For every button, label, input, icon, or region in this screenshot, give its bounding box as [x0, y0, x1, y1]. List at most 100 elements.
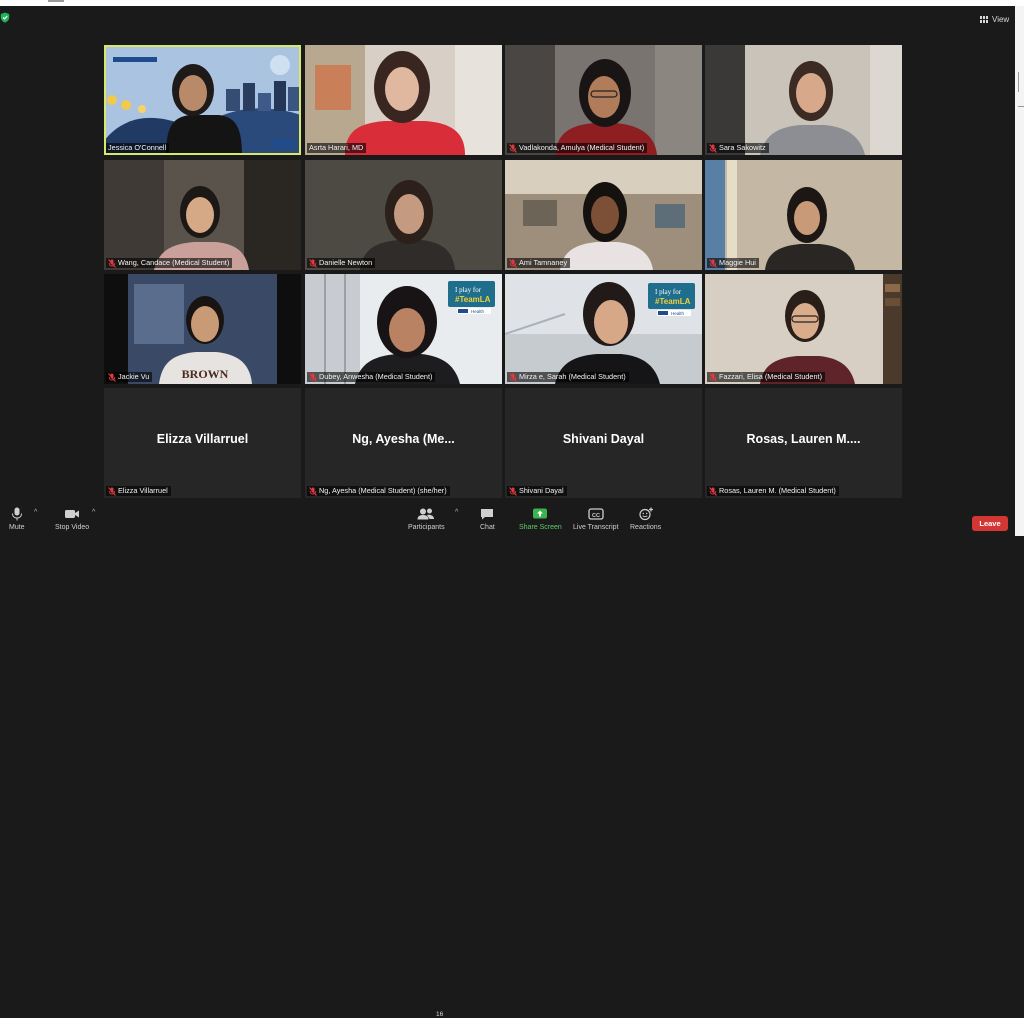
chat-label: Chat: [480, 524, 495, 531]
stop-video-button[interactable]: Stop Video: [55, 507, 89, 531]
video-feed-hui: [705, 160, 902, 270]
badge-logo: Health: [471, 309, 485, 314]
participant-nameplate: Asrta Harari, MD: [307, 143, 367, 153]
share-screen-button[interactable]: Share Screen: [519, 507, 562, 531]
mic-off-icon: [509, 143, 517, 153]
participant-nameplate: Ami Tamnaney: [507, 258, 571, 268]
mic-off-icon: [108, 372, 116, 382]
video-tile-jessica[interactable]: Jessica O'Connell: [104, 45, 301, 155]
mic-off-icon: [509, 258, 517, 268]
mic-off-icon: [509, 486, 517, 496]
participant-name: Ng, Ayesha (Medical Student) (she/her): [319, 486, 447, 495]
mic-off-icon: [309, 372, 317, 382]
meeting-toolbar: Mute ^ Stop Video ^ Participants 16 ^ Ch…: [0, 505, 1015, 1018]
video-camera-icon: [65, 510, 80, 518]
participant-name: Sara Sakowitz: [719, 143, 766, 152]
video-feed-tamnaney: [505, 160, 702, 270]
participant-nameplate: Mirza e, Sarah (Medical Student): [507, 372, 629, 382]
video-tile-newton[interactable]: Danielle Newton: [305, 160, 502, 270]
video-tile-wang[interactable]: Wang, Candace (Medical Student): [104, 160, 301, 270]
video-feed-dubey: I play for #TeamLA Health: [305, 274, 502, 384]
top-strip-mark: [48, 0, 64, 2]
participant-name: Danielle Newton: [319, 258, 373, 267]
participant-nameplate: Fazzari, Elisa (Medical Student): [707, 372, 826, 382]
participant-name: Dubey, Anwesha (Medical Student): [319, 372, 433, 381]
mute-options-caret[interactable]: ^: [34, 509, 37, 516]
participant-name: Asrta Harari, MD: [309, 143, 364, 152]
leave-button[interactable]: Leave: [972, 516, 1008, 531]
svg-text:CC: CC: [592, 513, 600, 519]
participant-name: Maggie Hui: [719, 258, 756, 267]
badge-line1: I play for: [455, 286, 482, 294]
participants-options-caret[interactable]: ^: [455, 509, 458, 516]
video-tile-mirza[interactable]: I play for #TeamLA Health Mirza e, Sarah…: [505, 274, 702, 384]
video-tile-villarruel[interactable]: Elizza Villarruel Elizza Villarruel: [104, 388, 301, 498]
video-tile-rosas[interactable]: Rosas, Lauren M.... Rosas, Lauren M. (Me…: [705, 388, 902, 498]
mic-off-icon: [709, 486, 717, 496]
badge-logo: Health: [671, 311, 685, 316]
video-feed-jessica: [104, 45, 301, 155]
browser-top-strip: [0, 0, 1024, 6]
video-tile-dayal[interactable]: Shivani Dayal Shivani Dayal: [505, 388, 702, 498]
view-button[interactable]: View: [979, 12, 1009, 26]
share-screen-label: Share Screen: [519, 524, 562, 531]
participant-name: Wang, Candace (Medical Student): [118, 258, 230, 267]
video-feed-sakowitz: [705, 45, 902, 155]
mute-button[interactable]: Mute: [9, 507, 25, 531]
participant-nameplate: Sara Sakowitz: [707, 143, 769, 153]
video-options-caret[interactable]: ^: [92, 509, 95, 516]
video-feed-harari: [305, 45, 502, 155]
video-feed-newton: [305, 160, 502, 270]
video-tile-sakowitz[interactable]: Sara Sakowitz: [705, 45, 902, 155]
participant-name: Ami Tamnaney: [519, 258, 568, 267]
video-tile-tamnaney[interactable]: Ami Tamnaney: [505, 160, 702, 270]
participant-display-name: Ng, Ayesha (Me...: [352, 432, 455, 446]
video-feed-vadlakonda: [505, 45, 702, 155]
video-tile-hui[interactable]: Maggie Hui: [705, 160, 902, 270]
participant-nameplate: Wang, Candace (Medical Student): [106, 258, 233, 268]
video-feed-vu: BROWN: [104, 274, 301, 384]
grid-icon: [979, 15, 988, 23]
participant-nameplate: Vadlakonda, Amulya (Medical Student): [507, 143, 648, 153]
window-right-edge: [1015, 6, 1024, 536]
participant-nameplate: Jackie Vu: [106, 372, 153, 382]
participant-display-name: Elizza Villarruel: [156, 432, 249, 446]
video-tile-fazzari[interactable]: Fazzari, Elisa (Medical Student): [705, 274, 902, 384]
chat-bubble-icon: [481, 509, 494, 520]
live-transcript-button[interactable]: CC Live Transcript: [573, 507, 619, 531]
stop-video-label: Stop Video: [55, 524, 90, 531]
participant-display-name: Rosas, Lauren M....: [746, 432, 861, 446]
chat-button[interactable]: Chat: [480, 507, 495, 531]
mic-off-icon: [709, 258, 717, 268]
reactions-label: Reactions: [630, 524, 662, 531]
mic-off-icon: [309, 258, 317, 268]
video-tile-harari[interactable]: Asrta Harari, MD: [305, 45, 502, 155]
participant-nameplate: Ng, Ayesha (Medical Student) (she/her): [307, 486, 450, 496]
video-tile-vu[interactable]: BROWN Jackie Vu: [104, 274, 301, 384]
participant-name: Jessica O'Connell: [108, 143, 167, 152]
security-shield-icon[interactable]: [0, 12, 10, 23]
video-tile-dubey[interactable]: I play for #TeamLA Health Dubey, Anwesha…: [305, 274, 502, 384]
live-transcript-label: Live Transcript: [573, 524, 619, 531]
mic-off-icon: [709, 143, 717, 153]
participant-display-name: Shivani Dayal: [562, 432, 645, 446]
participant-name: Fazzari, Elisa (Medical Student): [719, 372, 823, 381]
view-label: View: [992, 14, 1010, 24]
reactions-button[interactable]: Reactions: [630, 507, 661, 531]
smiley-plus-icon: [638, 507, 653, 521]
participant-name: Shivani Dayal: [519, 486, 564, 495]
video-tile-vadlakonda[interactable]: Vadlakonda, Amulya (Medical Student): [505, 45, 702, 155]
participant-nameplate: Dubey, Anwesha (Medical Student): [307, 372, 436, 382]
mic-off-icon: [108, 486, 116, 496]
participant-name: Jackie Vu: [118, 372, 150, 381]
participants-label: Participants: [408, 524, 445, 531]
people-icon: [417, 508, 435, 520]
participant-name: Vadlakonda, Amulya (Medical Student): [519, 143, 645, 152]
video-tile-ng[interactable]: Ng, Ayesha (Me... Ng, Ayesha (Medical St…: [305, 388, 502, 498]
participant-nameplate: Danielle Newton: [307, 258, 376, 268]
mic-off-icon: [509, 372, 517, 382]
participant-nameplate: Rosas, Lauren M. (Medical Student): [707, 486, 839, 496]
participants-button[interactable]: Participants: [408, 507, 445, 531]
share-screen-icon: [533, 508, 548, 519]
mic-off-icon: [108, 258, 116, 268]
